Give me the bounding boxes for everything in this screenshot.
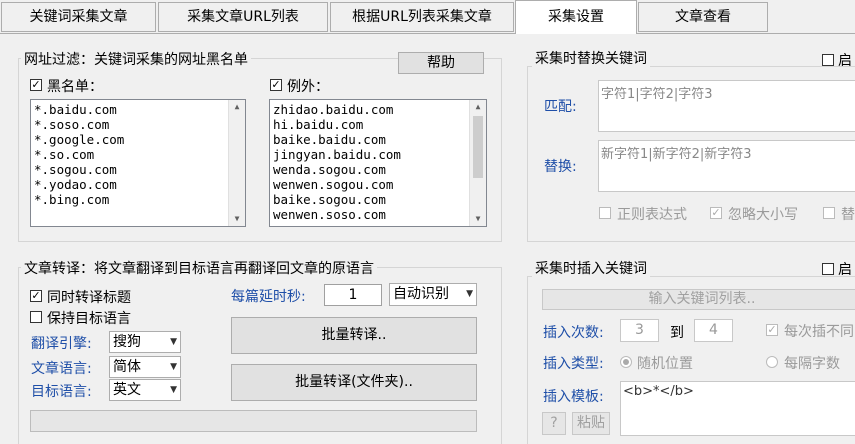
insert-type-label: 插入类型:: [543, 356, 604, 372]
interval-label: 每隔字数: [784, 356, 840, 372]
regex-label: 正则表达式: [617, 207, 687, 223]
ignore-case-label: 忽略大小写: [728, 207, 798, 223]
replace-title: 采集时替换关键词: [532, 48, 650, 68]
replace-textarea[interactable]: 新字符1|新字符2|新字符3: [598, 140, 855, 192]
tab-collect-settings[interactable]: 采集设置: [515, 0, 637, 34]
list-item[interactable]: *.sogou.com: [34, 162, 245, 177]
keep-target-label: 保持目标语言: [47, 311, 131, 327]
batch-translate-folder-button[interactable]: 批量转译(文件夹)..: [231, 364, 477, 401]
scroll-thumb[interactable]: [473, 116, 483, 178]
engine-value: 搜狗: [113, 334, 141, 350]
list-item[interactable]: wenda.sogou.com: [273, 162, 486, 177]
tab-keyword-collect[interactable]: 关键词采集文章: [1, 2, 156, 32]
list-item[interactable]: *.baidu.com: [34, 102, 245, 117]
random-position-radio[interactable]: [620, 356, 632, 368]
list-item[interactable]: baike.sogou.com: [273, 192, 486, 207]
match-textarea[interactable]: 字符1|字符2|字符3: [598, 80, 855, 132]
chevron-down-icon: ▼: [170, 362, 177, 372]
url-filter-title: 网址过滤：关键词采集的网址黑名单: [21, 49, 251, 69]
delay-input[interactable]: 1: [324, 284, 382, 306]
chevron-down-icon: ▼: [170, 337, 177, 347]
batch-translate-button[interactable]: 批量转译..: [231, 317, 477, 354]
scroll-down-icon[interactable]: ▼: [470, 212, 486, 226]
list-item[interactable]: *.soso.com: [34, 117, 245, 132]
target-lang-value: 英文: [113, 382, 141, 398]
detect-value: 自动识别: [393, 286, 449, 302]
insert-count-to-input[interactable]: 4: [694, 319, 733, 342]
exception-list[interactable]: zhidao.baidu.com hi.baidu.com baike.baid…: [269, 99, 487, 227]
insert-title: 采集时插入关键词: [532, 258, 650, 278]
exception-checkbox[interactable]: ✓: [270, 79, 282, 91]
scroll-up-icon[interactable]: ▲: [470, 100, 486, 114]
list-item[interactable]: hi.baidu.com: [273, 117, 486, 132]
list-item[interactable]: wenwen.sogou.com: [273, 177, 486, 192]
replace-label: 替换:: [544, 159, 577, 175]
no-repeat-label: 每次插不同: [784, 324, 854, 340]
delay-label: 每篇延时秒:: [231, 289, 306, 305]
blacklist-list[interactable]: *.baidu.com *.soso.com *.google.com *.so…: [30, 99, 246, 227]
insert-enable-label: 启: [838, 262, 852, 278]
replace-extra-checkbox[interactable]: [823, 207, 835, 219]
blacklist-checkbox[interactable]: ✓: [30, 79, 42, 91]
exception-scrollbar[interactable]: ▲ ▼: [469, 100, 486, 226]
paste-button[interactable]: 粘贴: [572, 412, 610, 435]
tab-divider: [0, 33, 855, 34]
template-help-button[interactable]: ?: [542, 412, 566, 435]
replace-extra-label: 替: [841, 207, 855, 223]
replace-enable-label: 启: [838, 53, 852, 69]
blacklist-label: 黑名单：: [47, 79, 103, 95]
exception-label: 例外：: [287, 79, 329, 95]
article-lang-select[interactable]: 简体 ▼: [109, 356, 181, 378]
translate-progress-bar: [30, 410, 477, 432]
insert-template-textarea[interactable]: <b>*</b>: [620, 381, 855, 436]
chevron-down-icon: ▼: [466, 289, 473, 299]
list-item[interactable]: baike.baidu.com: [273, 132, 486, 147]
ignore-case-checkbox[interactable]: ✓: [710, 207, 722, 219]
detect-select[interactable]: 自动识别 ▼: [389, 283, 477, 306]
translate-title: 文章转译：将文章翻译到目标语言再翻译回文章的原语言: [21, 258, 377, 278]
regex-checkbox[interactable]: [599, 207, 611, 219]
match-label: 匹配:: [544, 99, 577, 115]
interval-radio[interactable]: [766, 356, 778, 368]
list-item[interactable]: *.so.com: [34, 147, 245, 162]
scroll-down-icon[interactable]: ▼: [229, 212, 245, 226]
target-lang-label: 目标语言:: [31, 384, 92, 400]
list-item[interactable]: zhidao.baidu.com: [273, 102, 486, 117]
chevron-down-icon: ▼: [170, 385, 177, 395]
insert-template-label: 插入模板:: [543, 389, 604, 405]
tab-collect-by-url[interactable]: 根据URL列表采集文章: [330, 2, 514, 32]
engine-label: 翻译引擎:: [31, 336, 92, 352]
insert-count-from-input[interactable]: 3: [620, 319, 659, 342]
engine-select[interactable]: 搜狗 ▼: [109, 331, 181, 353]
insert-enable-checkbox[interactable]: [822, 263, 834, 275]
target-lang-select[interactable]: 英文 ▼: [109, 379, 181, 401]
insert-count-label: 插入次数:: [543, 325, 604, 341]
list-item[interactable]: wenwen.soso.com: [273, 207, 486, 222]
to-label: 到: [670, 325, 684, 341]
input-keyword-list-button[interactable]: 输入关键词列表..: [542, 289, 855, 310]
translate-title-checkbox[interactable]: ✓: [30, 290, 42, 302]
article-lang-label: 文章语言:: [31, 361, 92, 377]
keep-target-checkbox[interactable]: [30, 311, 42, 323]
list-item[interactable]: *.bing.com: [34, 192, 245, 207]
scroll-up-icon[interactable]: ▲: [229, 100, 245, 114]
list-item[interactable]: *.yodao.com: [34, 177, 245, 192]
list-item[interactable]: jingyan.baidu.com: [273, 147, 486, 162]
list-item[interactable]: *.google.com: [34, 132, 245, 147]
blacklist-scrollbar[interactable]: ▲ ▼: [228, 100, 245, 226]
tab-article-view[interactable]: 文章查看: [638, 2, 768, 32]
translate-title-label: 同时转译标题: [47, 290, 131, 306]
tab-bar: 关键词采集文章 采集文章URL列表 根据URL列表采集文章 采集设置 文章查看: [0, 0, 855, 34]
replace-enable-checkbox[interactable]: [822, 54, 834, 66]
article-lang-value: 简体: [113, 359, 141, 375]
help-button[interactable]: 帮助: [398, 52, 484, 74]
random-position-label: 随机位置: [637, 356, 693, 372]
tab-url-list[interactable]: 采集文章URL列表: [158, 2, 328, 32]
no-repeat-checkbox[interactable]: ✓: [766, 324, 778, 336]
